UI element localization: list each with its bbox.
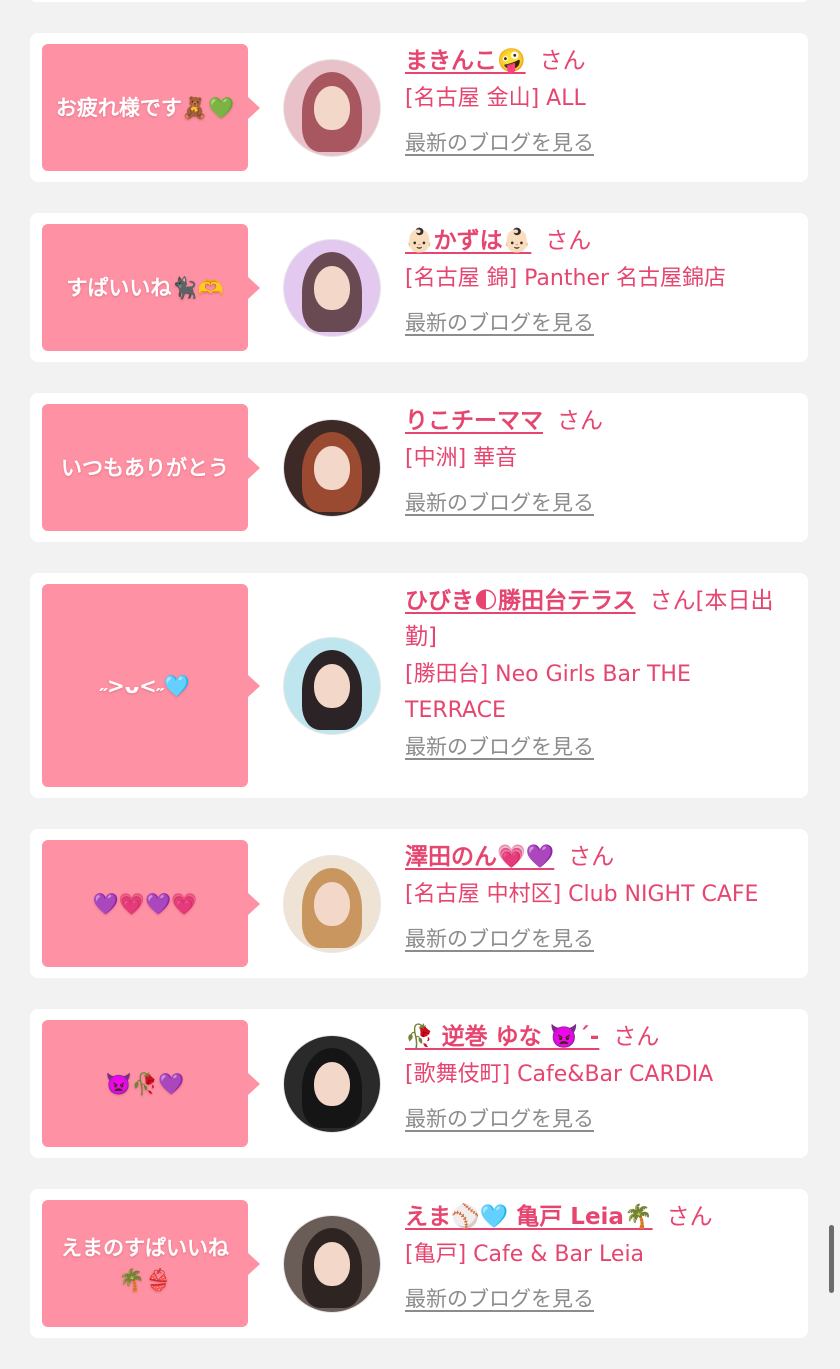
avatar-wrap bbox=[258, 393, 405, 542]
shop-info: [名古屋 金山] ALL bbox=[405, 86, 586, 111]
list-item: いつもありがとう りこチーママ さん [中洲] 華音 最新のブログを見る bbox=[30, 393, 808, 542]
honorific: さん bbox=[568, 844, 615, 870]
latest-blog-link[interactable]: 最新のブログを見る bbox=[405, 309, 594, 337]
avatar[interactable] bbox=[282, 418, 381, 517]
cast-name-link[interactable]: まきんこ🤪 bbox=[405, 48, 526, 74]
cast-info: 👶🏻かずは👶🏻 さん [名古屋 錦] Panther 名古屋錦店 最新のブログを見… bbox=[405, 213, 808, 362]
message-bubble: ˶>ᴗ<˶🩵 bbox=[42, 584, 260, 787]
latest-blog-link[interactable]: 最新のブログを見る bbox=[405, 1285, 594, 1313]
avatar-wrap bbox=[258, 1009, 405, 1158]
avatar[interactable] bbox=[282, 238, 381, 337]
avatar-wrap bbox=[258, 573, 405, 798]
cast-info: 🥀 逆巻 ゆな 👿ˊ- さん [歌舞伎町] Cafe&Bar CARDIA 最新の… bbox=[405, 1009, 808, 1158]
cast-info: まきんこ🤪 さん [名古屋 金山] ALL 最新のブログを見る bbox=[405, 33, 808, 182]
latest-blog-link[interactable]: 最新のブログを見る bbox=[405, 925, 594, 953]
shop-info: [歌舞伎町] Cafe&Bar CARDIA bbox=[405, 1062, 714, 1087]
avatar[interactable] bbox=[282, 636, 381, 735]
list-item: お疲れ様です🧸💚 まきんこ🤪 さん [名古屋 金山] ALL 最新のブログを見る bbox=[30, 33, 808, 182]
latest-blog-link[interactable]: 最新のブログを見る bbox=[405, 489, 594, 517]
message-bubble: いつもありがとう bbox=[42, 404, 260, 531]
honorific: さん bbox=[539, 48, 586, 74]
cast-info: 澤田のん💗💜 さん [名古屋 中村区] Club NIGHT CAFE 最新のブロ… bbox=[405, 829, 808, 978]
name-line: りこチーママ さん bbox=[405, 403, 790, 439]
latest-blog-link[interactable]: 最新のブログを見る bbox=[405, 1105, 594, 1133]
latest-blog-link[interactable]: 最新のブログを見る bbox=[405, 733, 594, 761]
message-bubble-wrap: お疲れ様です🧸💚 bbox=[30, 33, 260, 182]
cast-info: りこチーママ さん [中洲] 華音 最新のブログを見る bbox=[405, 393, 808, 542]
avatar-wrap bbox=[258, 33, 405, 182]
cast-name-link[interactable]: えま⚾🩵 亀戸 Leia🌴 bbox=[405, 1204, 653, 1230]
name-line: 澤田のん💗💜 さん bbox=[405, 839, 790, 875]
message-bubble-wrap: ˶>ᴗ<˶🩵 bbox=[30, 573, 260, 798]
avatar[interactable] bbox=[282, 58, 381, 157]
message-bubble: お疲れ様です🧸💚 bbox=[42, 44, 260, 171]
message-bubble: 👿🥀💜 bbox=[42, 1020, 260, 1147]
message-bubble: えまのすぱいいね🌴👙 bbox=[42, 1200, 260, 1327]
name-line: えま⚾🩵 亀戸 Leia🌴 さん bbox=[405, 1199, 790, 1235]
list-item: えまのすぱいいね🌴👙 えま⚾🩵 亀戸 Leia🌴 さん [亀戸] Cafe & B… bbox=[30, 1189, 808, 1338]
scrollbar[interactable] bbox=[829, 1225, 834, 1293]
avatar-wrap bbox=[258, 829, 405, 978]
cast-info: ひびき🌓勝田台テラス さん[本日出勤] [勝田台] Neo Girls Bar T… bbox=[405, 573, 808, 798]
cast-name-link[interactable]: 👶🏻かずは👶🏻 bbox=[405, 228, 531, 254]
latest-blog-link[interactable]: 最新のブログを見る bbox=[405, 129, 594, 157]
honorific: さん bbox=[557, 408, 603, 434]
list-item: 💜💗💜💗 澤田のん💗💜 さん [名古屋 中村区] Club NIGHT CAFE … bbox=[30, 829, 808, 978]
avatar[interactable] bbox=[282, 1034, 381, 1133]
name-line: まきんこ🤪 さん bbox=[405, 43, 790, 79]
shop-info: [名古屋 中村区] Club NIGHT CAFE bbox=[405, 882, 759, 907]
message-bubble-wrap: 💜💗💜💗 bbox=[30, 829, 260, 978]
message-bubble-wrap: いつもありがとう bbox=[30, 393, 260, 542]
honorific: さん bbox=[666, 1204, 713, 1230]
shop-info: [中洲] 華音 bbox=[405, 446, 518, 471]
avatar[interactable] bbox=[282, 854, 381, 953]
shop-info: [勝田台] Neo Girls Bar THE TERRACE bbox=[405, 662, 691, 723]
cast-name-link[interactable]: りこチーママ bbox=[405, 408, 543, 434]
list-item: すぱいいね🐈‍⬛🫶 👶🏻かずは👶🏻 さん [名古屋 錦] Panther 名古屋錦… bbox=[30, 213, 808, 362]
cast-name-link[interactable]: ひびき🌓勝田台テラス bbox=[405, 588, 636, 614]
message-bubble: すぱいいね🐈‍⬛🫶 bbox=[42, 224, 260, 351]
avatar[interactable] bbox=[282, 1214, 381, 1313]
message-bubble: 💜💗💜💗 bbox=[42, 840, 260, 967]
honorific: さん bbox=[613, 1024, 660, 1050]
name-line: ひびき🌓勝田台テラス さん[本日出勤] bbox=[405, 583, 790, 655]
list-item: 👿🥀💜 🥀 逆巻 ゆな 👿ˊ- さん [歌舞伎町] Cafe&Bar CARDIA… bbox=[30, 1009, 808, 1158]
cast-name-link[interactable]: 澤田のん💗💜 bbox=[405, 844, 554, 870]
avatar-wrap bbox=[258, 213, 405, 362]
name-line: 🥀 逆巻 ゆな 👿ˊ- さん bbox=[405, 1019, 790, 1055]
list-item: ˶>ᴗ<˶🩵 ひびき🌓勝田台テラス さん[本日出勤] [勝田台] Neo Girl… bbox=[30, 573, 808, 798]
cast-name-link[interactable]: 🥀 逆巻 ゆな 👿ˊ- bbox=[405, 1024, 599, 1050]
shop-info: [名古屋 錦] Panther 名古屋錦店 bbox=[405, 266, 726, 291]
message-bubble-wrap: すぱいいね🐈‍⬛🫶 bbox=[30, 213, 260, 362]
message-bubble-wrap: 👿🥀💜 bbox=[30, 1009, 260, 1158]
honorific: さん bbox=[545, 228, 592, 254]
name-line: 👶🏻かずは👶🏻 さん bbox=[405, 223, 790, 259]
shop-info: [亀戸] Cafe & Bar Leia bbox=[405, 1242, 645, 1267]
previous-card-edge bbox=[30, 0, 808, 2]
blog-like-list: お疲れ様です🧸💚 まきんこ🤪 さん [名古屋 金山] ALL 最新のブログを見る … bbox=[30, 33, 808, 1369]
message-bubble-wrap: えまのすぱいいね🌴👙 bbox=[30, 1189, 260, 1338]
avatar-wrap bbox=[258, 1189, 405, 1338]
cast-info: えま⚾🩵 亀戸 Leia🌴 さん [亀戸] Cafe & Bar Leia 最新の… bbox=[405, 1189, 808, 1338]
